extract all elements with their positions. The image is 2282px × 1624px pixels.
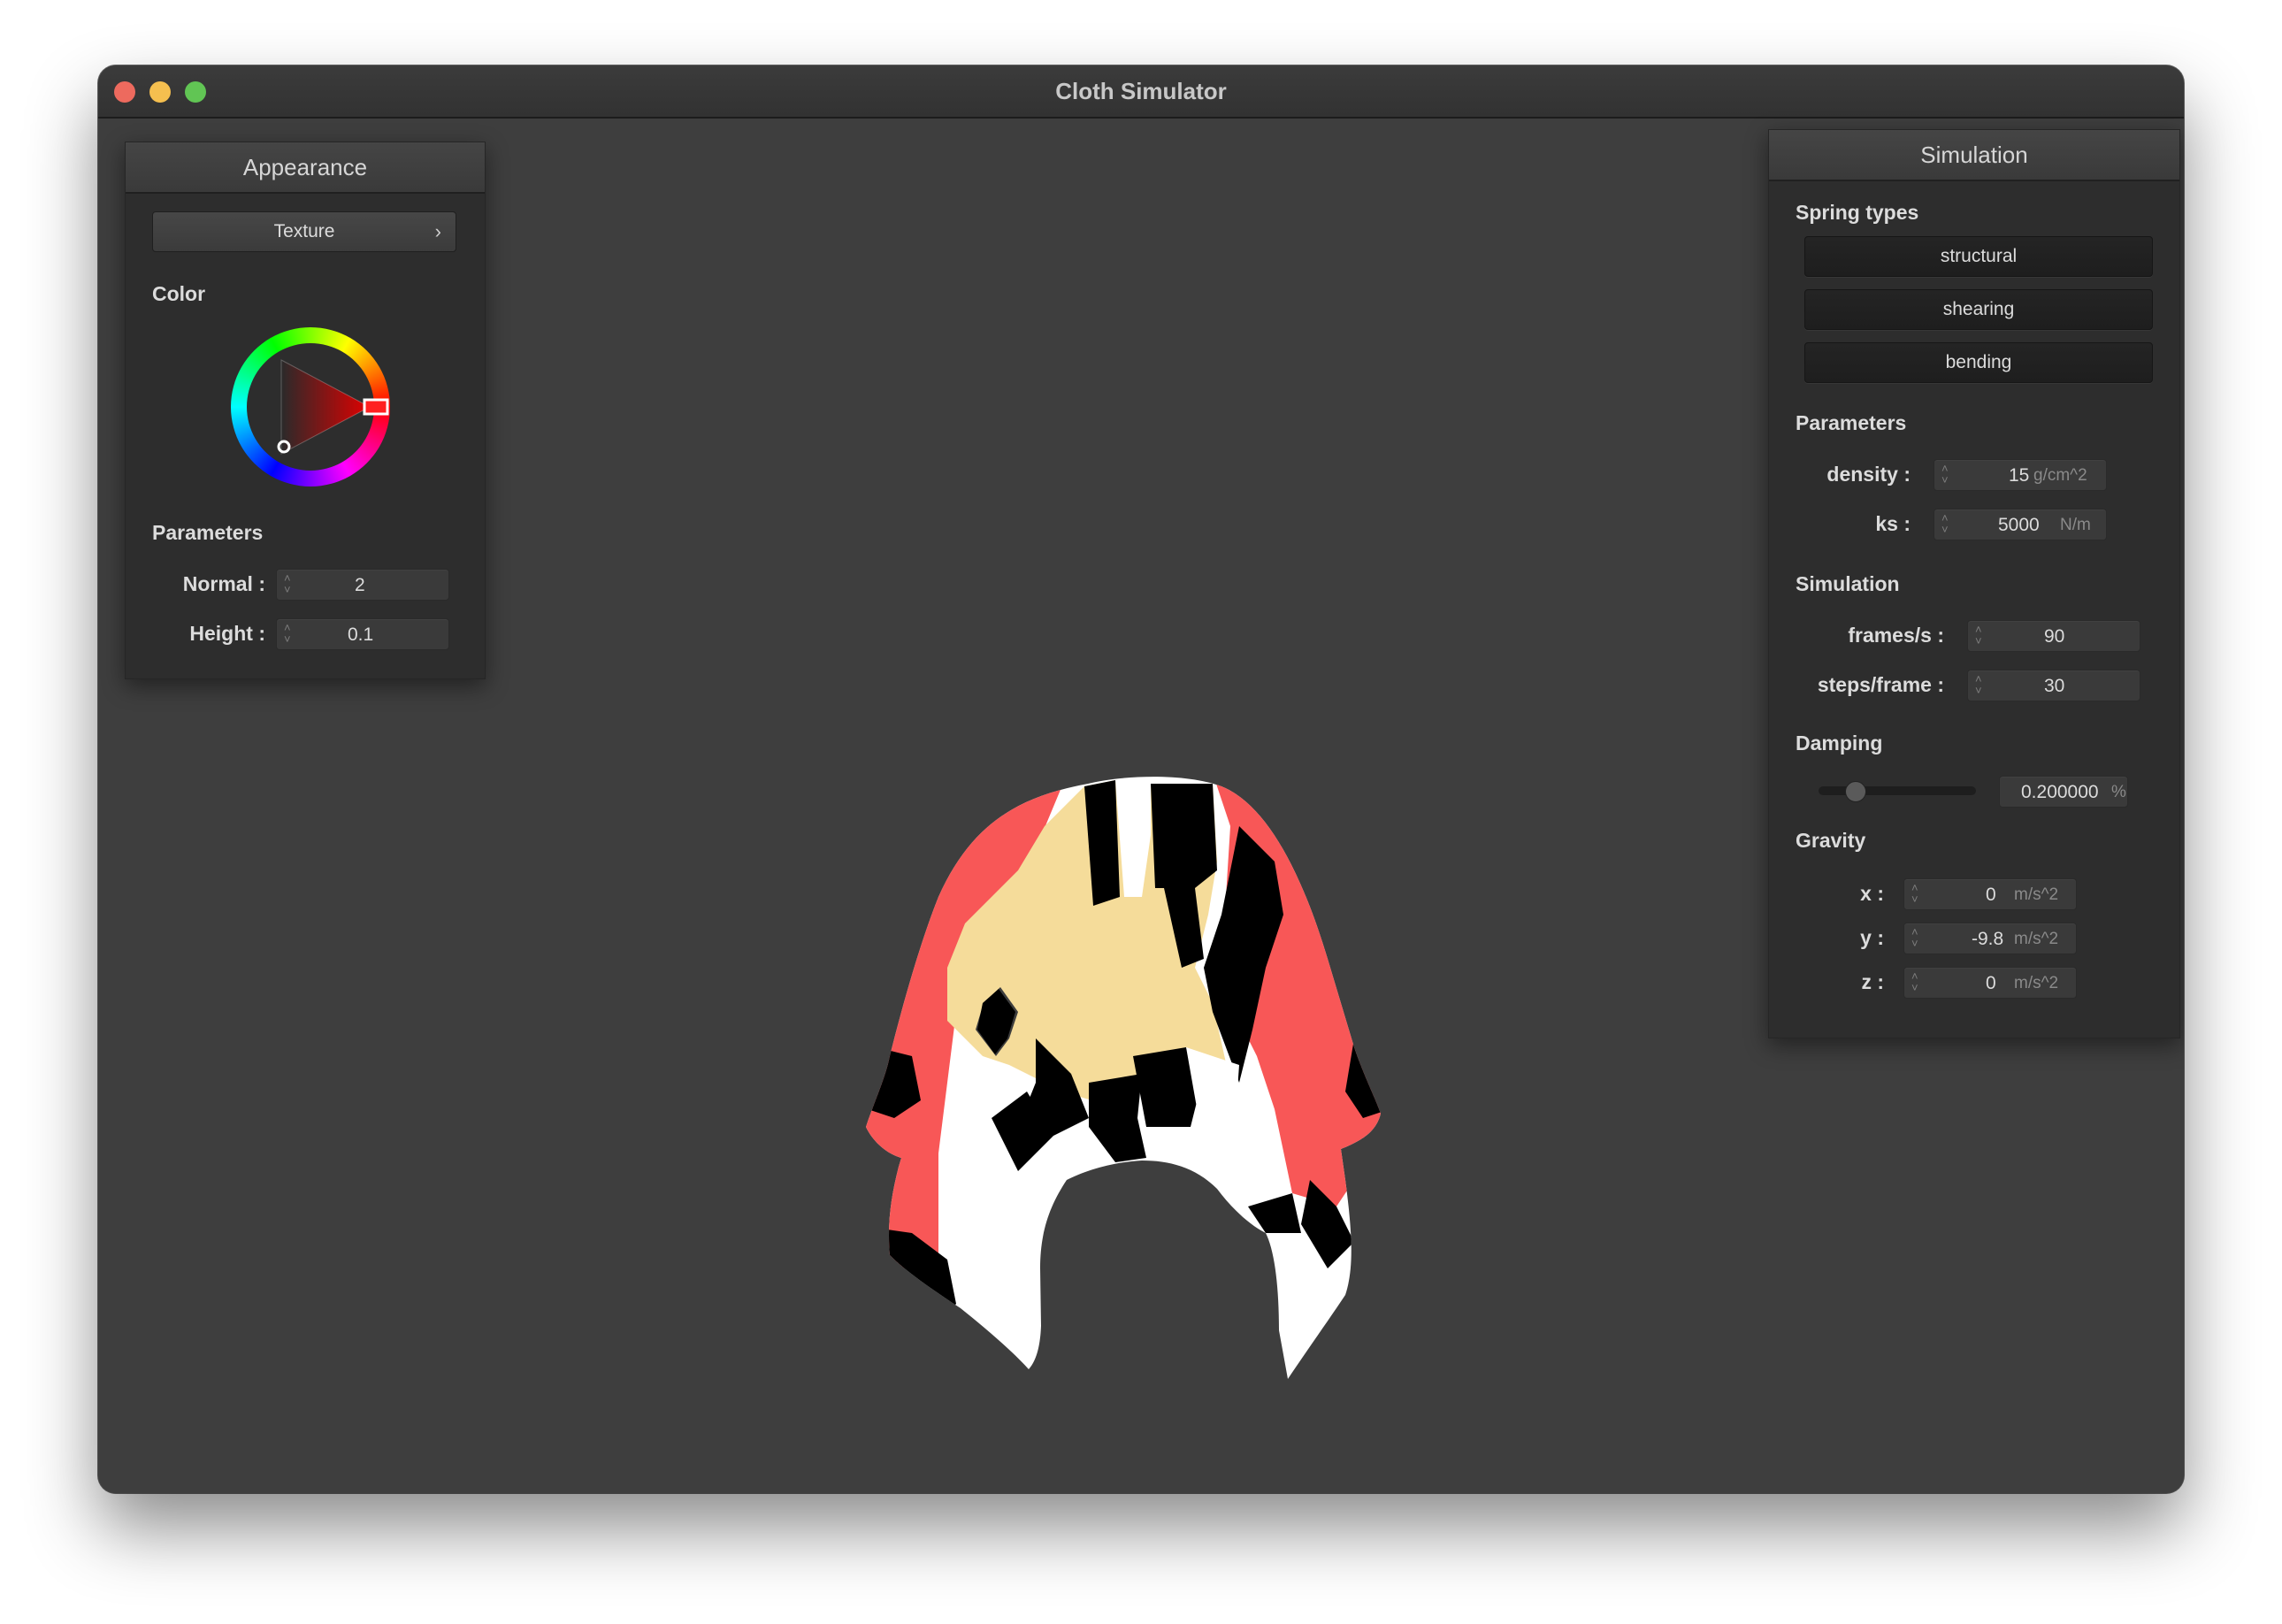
spring-types-label: Spring types [1796, 201, 1919, 224]
gravity-y-label: y : [1860, 926, 1884, 949]
gravity-x-label: x : [1860, 882, 1884, 905]
color-label: Color [152, 282, 206, 305]
gravity-z-unit: m/s^2 [2014, 974, 2059, 992]
spinner-arrows-icon[interactable]: ˄ ˅ [1941, 463, 1952, 486]
spinner-arrows-icon[interactable]: ˄ ˅ [284, 572, 295, 595]
spinner-arrows-icon[interactable]: ˄ ˅ [284, 622, 295, 645]
height-value: 0.1 [348, 624, 374, 645]
gravity-x-unit: m/s^2 [2014, 885, 2059, 904]
steps-input[interactable]: ˄ ˅ 30 [1967, 670, 2140, 701]
damping-label: Damping [1796, 732, 1883, 755]
damping-input[interactable]: 0.200000 % [1999, 776, 2128, 808]
ks-value: 5000 [1998, 515, 2040, 535]
gravity-y-input[interactable]: ˄ ˅ -9.8 m/s^2 [1903, 923, 2077, 954]
sim-parameters-label: Parameters [1796, 411, 1907, 434]
spinner-arrows-icon[interactable]: ˄ ˅ [1911, 970, 1922, 993]
appearance-panel: Appearance Texture › Color Parameters No… [125, 142, 486, 679]
title-bar: Cloth Simulator [98, 65, 2184, 119]
simulation-section-label: Simulation [1796, 572, 1900, 595]
density-input[interactable]: ˄ ˅ 15 g/cm^2 [1934, 459, 2107, 491]
normal-value: 2 [355, 575, 365, 595]
hue-selector-handle [363, 398, 389, 416]
gravity-x-value: 0 [1986, 885, 1996, 905]
damping-slider-knob[interactable] [1845, 781, 1867, 802]
gravity-z-input[interactable]: ˄ ˅ 0 m/s^2 [1903, 967, 2077, 999]
damping-value: 0.200000 [2021, 782, 2099, 802]
ks-label: ks : [1875, 512, 1911, 535]
chevron-right-icon: › [434, 220, 441, 242]
texture-button-label: Texture [273, 221, 335, 241]
simulation-panel: Simulation Spring types structural shear… [1768, 129, 2180, 1038]
fps-input[interactable]: ˄ ˅ 90 [1967, 620, 2140, 652]
gravity-z-label: z : [1861, 970, 1884, 993]
simulation-panel-title: Simulation [1769, 130, 2179, 181]
height-input[interactable]: ˄ ˅ 0.1 [276, 618, 449, 650]
app-window: Cloth Simulator Appearance Texture › Col… [98, 65, 2184, 1493]
density-value: 15 [2009, 465, 2030, 486]
spinner-arrows-icon[interactable]: ˄ ˅ [1975, 624, 1986, 647]
texture-button[interactable]: Texture › [152, 211, 456, 252]
fps-label: frames/s : [1848, 624, 1944, 647]
gravity-z-value: 0 [1986, 973, 1996, 993]
steps-value: 30 [2044, 676, 2065, 696]
color-wheel[interactable] [228, 325, 393, 489]
bending-spring-button[interactable]: bending [1804, 342, 2153, 383]
spinner-arrows-icon[interactable]: ˄ ˅ [1941, 512, 1952, 535]
ks-unit: N/m [2060, 516, 2091, 534]
gravity-label: Gravity [1796, 829, 1866, 852]
appearance-panel-title: Appearance [126, 142, 485, 194]
gravity-x-input[interactable]: ˄ ˅ 0 m/s^2 [1903, 878, 2077, 910]
damping-slider-track[interactable] [1819, 786, 1976, 795]
spinner-arrows-icon[interactable]: ˄ ˅ [1911, 882, 1922, 905]
normal-label: Normal : [182, 572, 265, 595]
steps-label: steps/frame : [1817, 673, 1944, 696]
height-label: Height : [189, 622, 265, 645]
density-unit: g/cm^2 [2033, 466, 2087, 485]
fps-value: 90 [2044, 626, 2065, 647]
structural-spring-button[interactable]: structural [1804, 236, 2153, 277]
normal-input[interactable]: ˄ ˅ 2 [276, 569, 449, 601]
ks-input[interactable]: ˄ ˅ 5000 N/m [1934, 509, 2107, 540]
appearance-parameters-label: Parameters [152, 521, 264, 544]
window-title: Cloth Simulator [1055, 78, 1227, 104]
color-triangle [281, 360, 370, 454]
spinner-arrows-icon[interactable]: ˄ ˅ [1911, 926, 1922, 949]
damping-unit: % [2111, 783, 2126, 801]
gravity-y-value: -9.8 [1972, 929, 2004, 949]
spinner-arrows-icon[interactable]: ˄ ˅ [1975, 673, 1986, 696]
density-label: density : [1826, 463, 1911, 486]
shearing-spring-button[interactable]: shearing [1804, 289, 2153, 330]
gravity-y-unit: m/s^2 [2014, 930, 2059, 948]
